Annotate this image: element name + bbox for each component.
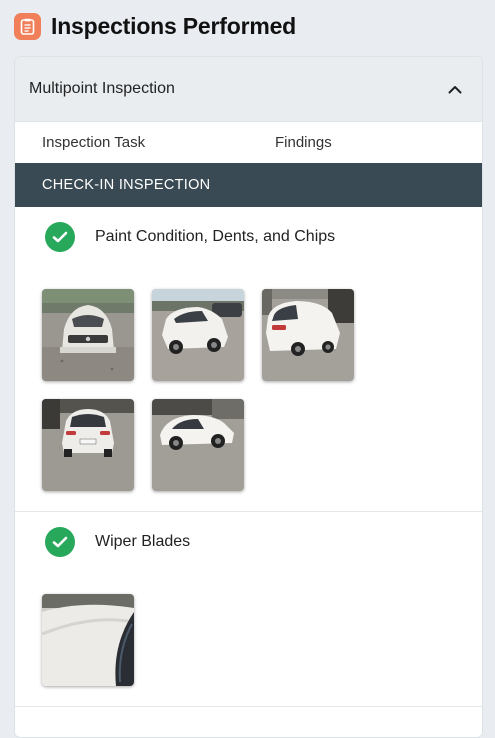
check-circle-icon	[45, 222, 75, 252]
photo-thumbnail[interactable]	[152, 399, 244, 491]
inspection-panel: Multipoint Inspection Inspection Task Fi…	[14, 56, 483, 738]
photo-grid	[15, 267, 482, 511]
accordion-header-multipoint[interactable]: Multipoint Inspection	[15, 57, 482, 122]
column-header-findings: Findings	[275, 134, 332, 151]
column-header-task: Inspection Task	[42, 134, 146, 151]
photo-thumbnail[interactable]	[42, 399, 134, 491]
task-item-paint: Paint Condition, Dents, and Chips	[15, 207, 482, 512]
task-label: Paint Condition, Dents, and Chips	[95, 228, 336, 245]
section-title: CHECK-IN INSPECTION	[42, 177, 211, 193]
photo-grid	[15, 572, 482, 706]
photo-thumbnail[interactable]	[152, 289, 244, 381]
task-row: Paint Condition, Dents, and Chips	[15, 207, 482, 267]
photo-thumbnail[interactable]	[262, 289, 354, 381]
page-header: Inspections Performed	[14, 13, 296, 40]
page-title: Inspections Performed	[51, 13, 297, 39]
chevron-up-icon[interactable]	[446, 80, 464, 98]
task-label: Wiper Blades	[95, 533, 191, 550]
check-circle-icon	[45, 527, 75, 557]
photo-thumbnail[interactable]	[42, 594, 134, 686]
column-headers: Inspection Task Findings	[15, 122, 482, 163]
task-item-wiper-blades: Wiper Blades	[15, 512, 482, 707]
photo-thumbnail[interactable]	[42, 289, 134, 381]
clipboard-icon	[14, 13, 41, 40]
section-header-check-in: CHECK-IN INSPECTION	[15, 163, 482, 207]
task-row: Wiper Blades	[15, 512, 482, 572]
accordion-title: Multipoint Inspection	[29, 80, 175, 97]
